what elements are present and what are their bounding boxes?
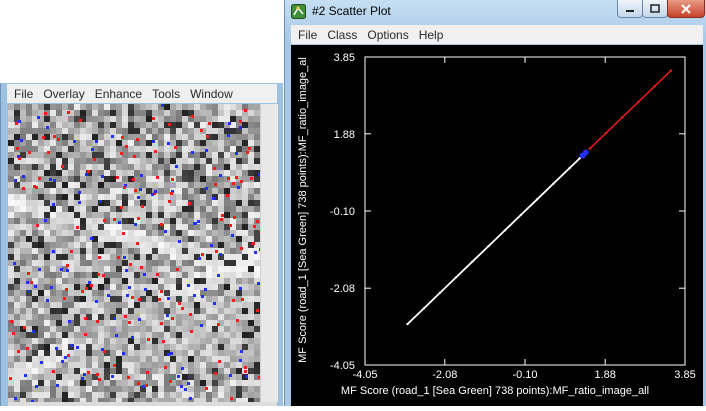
scatter-point xyxy=(503,229,506,232)
satellite-image-view[interactable] xyxy=(8,104,260,402)
menu-help[interactable]: Help xyxy=(419,28,444,42)
scatter-point xyxy=(422,307,425,310)
x-axis-label: MF Score (road_1 [Sea Green] 738 points)… xyxy=(341,385,649,397)
maximize-icon xyxy=(650,3,660,13)
scatter-point xyxy=(471,260,474,263)
series-0-segment xyxy=(455,261,473,278)
series-0-segment xyxy=(471,245,490,263)
series-0-segment xyxy=(520,198,538,216)
menu-enhance[interactable]: Enhance xyxy=(95,87,142,101)
scatter-plot-chart: MF Score (road_1 [Sea Green] 738 points)… xyxy=(297,52,696,397)
window-bottom-edge xyxy=(8,402,277,406)
scatter-point xyxy=(604,131,608,135)
menu-file[interactable]: File xyxy=(298,28,317,42)
minimize-icon xyxy=(626,9,634,12)
series-0-segment xyxy=(568,157,581,169)
scatter-point xyxy=(588,147,592,150)
series-1-segment xyxy=(605,116,623,134)
y-tick-label: -0.10 xyxy=(330,206,355,218)
image-menubar: File Overlay Enhance Tools Window xyxy=(7,84,277,103)
scatter-point xyxy=(669,69,673,72)
scatter-plot-window: #2 Scatter Plot File Class Options Help … xyxy=(284,0,706,406)
x-tick-label: -4.05 xyxy=(352,369,377,381)
menu-class[interactable]: Class xyxy=(327,28,357,42)
x-tick-label: 3.85 xyxy=(674,369,695,381)
title-bar[interactable]: #2 Scatter Plot xyxy=(285,0,706,24)
scatter-point xyxy=(552,182,555,185)
scatter-point xyxy=(653,85,656,88)
scatter-point xyxy=(535,198,539,201)
scatter-point xyxy=(568,166,571,170)
vertical-scrollbar[interactable] xyxy=(260,104,278,402)
satellite-image xyxy=(8,104,260,402)
series-0-segment xyxy=(487,229,506,247)
series-1-segment xyxy=(654,70,672,87)
image-display-window: File Overlay Enhance Tools Window xyxy=(0,83,283,406)
x-tick-label: -0.10 xyxy=(512,369,537,381)
scatter-point xyxy=(582,149,589,156)
series-0-segment xyxy=(423,292,441,310)
y-tick-label: -2.08 xyxy=(330,283,355,295)
maximize-button[interactable] xyxy=(642,0,668,18)
y-tick-label: 3.85 xyxy=(334,52,355,64)
x-tick-label: -2.08 xyxy=(432,369,457,381)
scatter-plot-canvas[interactable]: MF Score (road_1 [Sea Green] 738 points)… xyxy=(291,45,703,406)
y-tick-label: -4.05 xyxy=(330,360,355,372)
y-axis-label: MF Score (road_1 [Sea Green] 738 points)… xyxy=(297,57,309,363)
series-0-segment xyxy=(439,276,457,294)
y-tick-label: 1.88 xyxy=(334,129,355,141)
window-title: #2 Scatter Plot xyxy=(312,4,391,18)
series-0-segment xyxy=(552,167,571,185)
close-icon xyxy=(681,3,691,14)
image-pixels xyxy=(8,104,260,402)
scatter-point xyxy=(621,116,624,119)
menu-options[interactable]: Options xyxy=(367,28,408,42)
scatter-point xyxy=(438,291,442,295)
minimize-button[interactable] xyxy=(617,0,643,18)
scatter-point xyxy=(637,100,640,104)
scatter-point xyxy=(487,244,490,248)
series-1-segment xyxy=(637,85,656,103)
series-1-segment xyxy=(589,132,607,150)
menu-overlay[interactable]: Overlay xyxy=(43,87,84,101)
scatter-point xyxy=(519,213,523,217)
menu-tools[interactable]: Tools xyxy=(152,87,180,101)
series-1-segment xyxy=(621,101,639,118)
series-0-segment xyxy=(504,214,522,232)
series-0-segment xyxy=(406,307,425,325)
menu-window[interactable]: Window xyxy=(190,87,233,101)
scatter-menubar: File Class Options Help xyxy=(291,25,703,44)
menu-file[interactable]: File xyxy=(14,87,33,101)
scatter-point xyxy=(406,322,409,326)
x-tick-label: 1.88 xyxy=(594,369,615,381)
scatter-point xyxy=(454,276,458,279)
close-button[interactable] xyxy=(667,0,705,18)
scatter-plot-app-icon xyxy=(291,4,306,19)
series-0-segment xyxy=(536,183,554,200)
